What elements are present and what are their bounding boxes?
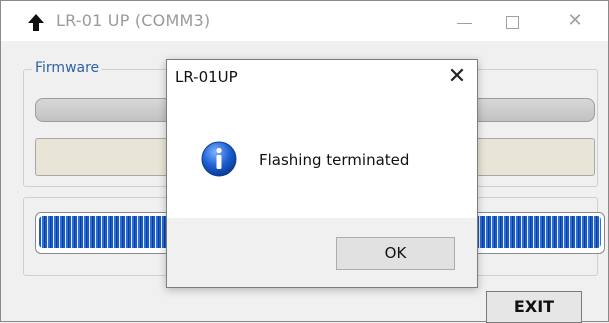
firmware-group-label: Firmware [32,60,103,76]
exit-button[interactable]: EXIT [486,291,582,323]
window-title: LR-01 UP (COMM3) [56,11,211,30]
maximize-icon [506,16,519,29]
title-bar[interactable]: LR-01 UP (COMM3) ✕ [1,1,608,41]
dialog-close-button[interactable]: ✕ [437,60,477,96]
close-icon: ✕ [447,64,467,89]
close-icon: ✕ [567,10,583,31]
dialog-title: LR-01UP [175,68,238,86]
dialog-message: Flashing terminated [259,151,410,169]
info-icon [201,141,237,177]
up-arrow-icon [28,14,44,31]
minimize-icon [457,23,472,24]
ok-button[interactable]: OK [336,237,455,270]
minimize-button[interactable] [441,1,487,41]
window-close-button[interactable]: ✕ [552,1,598,41]
